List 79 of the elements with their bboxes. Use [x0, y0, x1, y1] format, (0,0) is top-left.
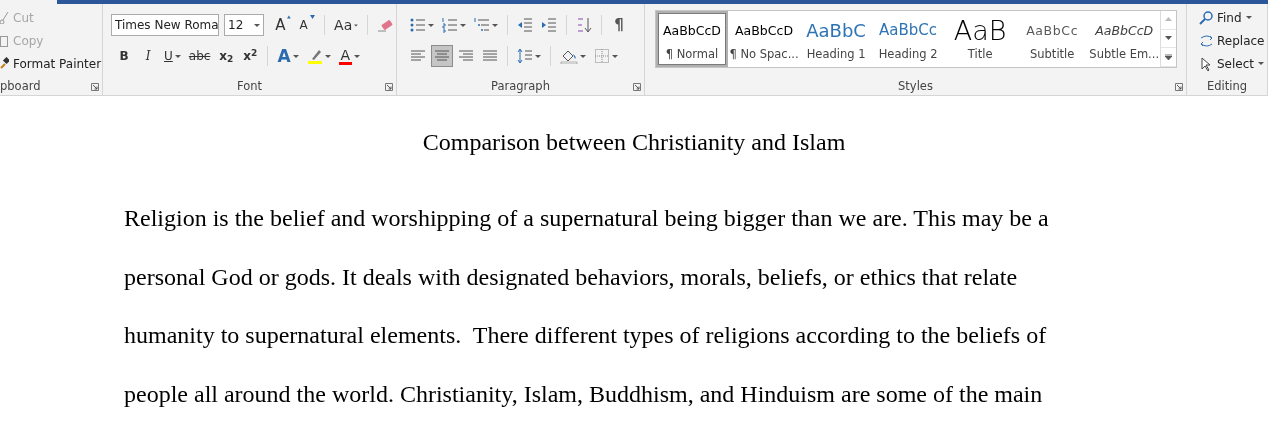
borders-icon: [594, 48, 610, 64]
group-label: Editing: [1206, 78, 1248, 96]
caret-icon: [428, 23, 434, 27]
paragraph-line: Religion is the belief and worshipping of a supernatural being bigger than we are. This may be a: [124, 205, 1049, 231]
caret-icon: [292, 54, 299, 58]
shrink-font-button[interactable]: A: [296, 14, 319, 36]
align-center-button[interactable]: [431, 45, 453, 67]
dialog-launcher-icon[interactable]: [633, 83, 641, 91]
eraser-icon: [377, 17, 393, 33]
grow-font-button[interactable]: A: [272, 14, 295, 36]
font-size-field[interactable]: 12: [224, 14, 265, 36]
caret-icon: [535, 54, 541, 58]
paragraph-line: humanity to supernatural elements. There different types of religions according to the beliefs of: [124, 322, 1047, 348]
paragraph-line: people all around the world. Christianity, Islam, Buddhism, and Hinduism are some of the main: [124, 380, 1043, 407]
style-option[interactable]: AaBbCc Heading 2: [872, 11, 945, 67]
caret-icon: [174, 54, 181, 58]
caret-icon: [612, 54, 618, 58]
style-option[interactable]: AaBbCc Subtitle: [1016, 11, 1089, 67]
numbered-list-icon: [442, 17, 458, 33]
style-option[interactable]: AaBbCcD ¶ No Spac...: [728, 11, 801, 67]
indent-icon: [541, 17, 557, 33]
justify-icon: [482, 48, 498, 64]
group-label: Styles: [898, 78, 933, 96]
caret-icon: [254, 23, 261, 27]
bulleted-list-icon: [410, 17, 426, 33]
caret-icon: [580, 54, 586, 58]
paint-bucket-icon: [560, 48, 578, 64]
group-label: Font: [236, 78, 262, 96]
triangle-up-icon: [287, 15, 292, 19]
subscript-button[interactable]: x$_{2}$: [215, 45, 238, 67]
caret-icon: [1258, 62, 1265, 65]
dialog-launcher-icon[interactable]: [385, 83, 393, 91]
caret-icon: [354, 54, 361, 58]
highlighter-icon: [306, 48, 323, 64]
dialog-launcher-icon[interactable]: [1175, 83, 1183, 91]
ribbon-command[interactable]: Find: [1199, 6, 1252, 29]
caret-icon: [492, 23, 498, 27]
style-option[interactable]: AaBbC Heading 1: [800, 11, 873, 67]
group-label: Paragraph: [491, 78, 550, 96]
scroll-down-icon[interactable]: [1165, 35, 1173, 42]
outdent-icon: [517, 17, 533, 33]
ribbon-command[interactable]: Replace: [1199, 29, 1265, 52]
align-left-icon: [410, 48, 426, 64]
strikethrough-button[interactable]: abc: [185, 45, 214, 67]
align-right-icon: [458, 48, 474, 64]
caret-icon: [1245, 16, 1252, 19]
clipboard-icon: [0, 34, 9, 47]
cursor-icon: [1199, 56, 1213, 71]
style-option[interactable]: AaBbCcD Subtle Em...: [1088, 11, 1161, 67]
style-option[interactable]: AaB Title: [944, 11, 1017, 67]
ribbon-command[interactable]: Format Painter: [0, 52, 102, 75]
document-title: Comparison between Christianity and Islam: [422, 129, 846, 155]
superscript-button[interactable]: x$^{2}$: [239, 45, 262, 67]
dialog-launcher-icon[interactable]: [91, 83, 99, 91]
line-spacing-icon: [517, 48, 533, 64]
change-case-button[interactable]: Aa: [331, 14, 362, 36]
caret-icon: [354, 23, 359, 27]
text-effects-button[interactable]: A: [274, 45, 302, 67]
underline-button[interactable]: U: [161, 45, 184, 67]
caret-icon: [460, 23, 466, 27]
font-name-field[interactable]: Times New Roma: [111, 14, 219, 36]
paragraph-line: personal God or gods. It deals with designated behaviors, morals, beliefs, or ethics that relate: [124, 263, 1018, 290]
scroll-up-icon[interactable]: [1165, 16, 1173, 23]
group-label: pboard: [0, 78, 41, 96]
bold-button[interactable]: B: [113, 45, 135, 67]
replace-icon: [1199, 33, 1213, 48]
sort-icon: [576, 17, 592, 33]
multilevel-list-icon: [474, 17, 490, 33]
more-styles-icon[interactable]: [1165, 54, 1173, 61]
search-icon: [1199, 10, 1213, 25]
caret-icon: [324, 54, 331, 58]
italic-button[interactable]: I: [137, 45, 159, 67]
paintbrush-icon: [0, 57, 9, 70]
show-formatting-button[interactable]: ¶: [608, 14, 630, 36]
style-option[interactable]: AaBbCcD ¶ Normal: [656, 11, 729, 67]
ribbon-command[interactable]: Select: [1199, 52, 1265, 75]
triangle-down-icon: [309, 15, 315, 19]
font-color-button[interactable]: A: [335, 45, 364, 67]
align-center-icon: [434, 48, 450, 64]
